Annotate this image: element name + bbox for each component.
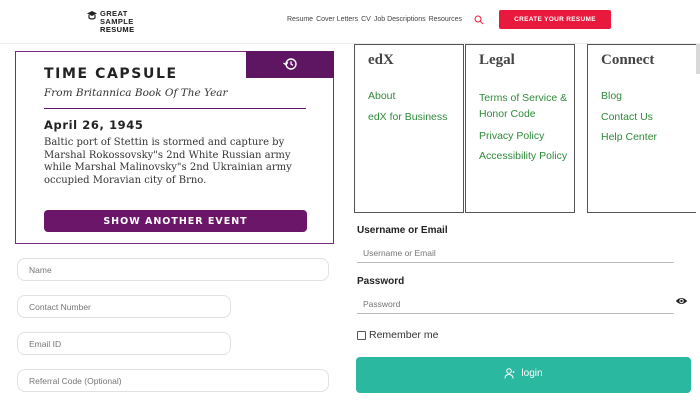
capsule-divider xyxy=(44,108,306,109)
time-capsule-card: TIME CAPSULE From Britannica Book Of The… xyxy=(15,51,334,244)
eye-icon[interactable] xyxy=(675,296,688,306)
user-icon xyxy=(504,368,515,379)
capsule-tab xyxy=(246,51,334,78)
login-button[interactable]: login xyxy=(356,357,691,393)
history-icon xyxy=(283,58,297,70)
capsule-date: April 26, 1945 xyxy=(44,118,144,132)
remember-me: Remember me xyxy=(357,329,438,341)
logo-icon xyxy=(87,11,97,20)
nav-cover-letters[interactable]: Cover Letters xyxy=(316,16,358,23)
referral-code-field[interactable] xyxy=(17,369,329,392)
logo-text: GREAT SAMPLE RESUME xyxy=(100,10,166,34)
link-about[interactable]: About xyxy=(368,90,447,103)
capsule-subtitle: From Britannica Book Of The Year xyxy=(44,87,228,99)
footer-column-edx: edX About edX for Business xyxy=(354,44,464,213)
nav-cv[interactable]: CV xyxy=(361,16,371,23)
footer-column-legal: Legal Terms of Service & Honor Code Priv… xyxy=(465,44,575,213)
site-logo[interactable]: GREAT SAMPLE RESUME xyxy=(86,9,166,34)
footer-column-connect: Connect Blog Contact Us Help Center xyxy=(587,44,696,213)
capsule-title: TIME CAPSULE xyxy=(44,66,178,82)
column-heading: Connect xyxy=(601,52,655,68)
contact-number-field[interactable] xyxy=(17,295,231,318)
link-blog[interactable]: Blog xyxy=(601,90,657,103)
logo-line-2b: RESUME xyxy=(100,25,135,34)
column-heading: Legal xyxy=(479,52,515,68)
link-contact-us[interactable]: Contact Us xyxy=(601,111,657,124)
email-id-field[interactable] xyxy=(17,332,231,355)
scrollbar[interactable] xyxy=(696,44,700,74)
search-icon[interactable] xyxy=(474,15,484,25)
username-label: Username or Email xyxy=(357,225,448,236)
nav-resume[interactable]: Resume xyxy=(287,16,313,23)
name-field[interactable] xyxy=(17,258,329,281)
top-navigation-bar: GREAT SAMPLE RESUME Resume Cover Letters… xyxy=(0,0,700,44)
remember-me-checkbox[interactable] xyxy=(357,330,366,340)
nav-resources[interactable]: Resources xyxy=(429,16,462,23)
column-heading: edX xyxy=(368,52,394,68)
login-button-label: login xyxy=(521,368,543,379)
show-another-event-button[interactable]: SHOW ANOTHER EVENT xyxy=(44,210,307,232)
nav-job-descriptions[interactable]: Job Descriptions xyxy=(374,16,426,23)
link-edx-for-business[interactable]: edX for Business xyxy=(368,111,447,124)
remember-me-label: Remember me xyxy=(369,329,439,341)
link-accessibility-policy[interactable]: Accessibility Policy xyxy=(479,150,571,163)
capsule-event-text: Baltic port of Stettin is stormed and ca… xyxy=(44,137,292,186)
link-terms-of-service[interactable]: Terms of Service & Honor Code xyxy=(479,90,571,122)
link-help-center[interactable]: Help Center xyxy=(601,131,657,144)
create-resume-button[interactable]: CREATE YOUR RESUME xyxy=(499,10,611,29)
password-label: Password xyxy=(357,276,405,287)
link-privacy-policy[interactable]: Privacy Policy xyxy=(479,130,571,143)
main-nav: Resume Cover Letters CV Job Descriptions… xyxy=(287,16,462,23)
username-input[interactable] xyxy=(357,243,674,263)
password-input[interactable] xyxy=(357,294,674,314)
